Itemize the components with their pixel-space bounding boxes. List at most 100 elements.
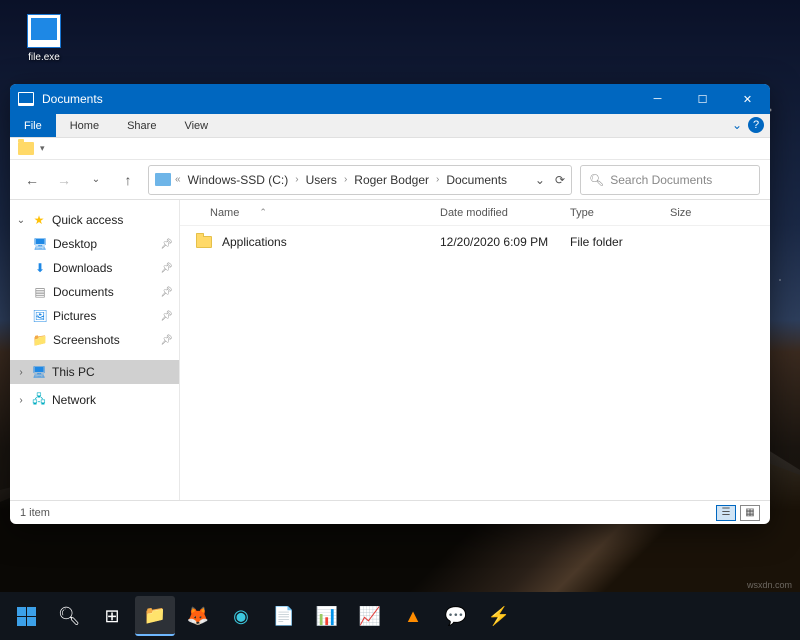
windows-logo-icon: [17, 607, 36, 626]
col-name[interactable]: Name⌃: [210, 207, 440, 219]
sidebar-item-screenshots[interactable]: 📁 Screenshots 📌︎: [10, 328, 179, 352]
pc-icon: 🖥: [31, 365, 47, 379]
view-icons-button[interactable]: ▦: [740, 505, 760, 521]
start-button[interactable]: [6, 596, 46, 636]
folder-icon: [196, 236, 212, 248]
taskbar-edge[interactable]: ◉: [221, 596, 261, 636]
taskbar-vlc[interactable]: ▲: [393, 596, 433, 636]
explorer-window: Documents ─ ☐ ✕ File Home Share View ⌄ ?…: [10, 84, 770, 524]
sidebar-item-documents[interactable]: ▤ Documents 📌︎: [10, 280, 179, 304]
tab-share[interactable]: Share: [113, 114, 170, 137]
col-type[interactable]: Type: [570, 207, 670, 219]
taskbar-writer[interactable]: 📄: [264, 596, 304, 636]
network-icon: 🖧: [31, 393, 47, 407]
back-button[interactable]: ←: [20, 168, 44, 192]
watermark: wsxdn.com: [747, 580, 792, 590]
search-button[interactable]: 🔍︎: [49, 596, 89, 636]
taskbar-calc[interactable]: 📈: [350, 596, 390, 636]
task-view-button[interactable]: ⊞: [92, 596, 132, 636]
refresh-button[interactable]: ⟳: [555, 173, 565, 187]
ribbon-expand-icon[interactable]: ⌄: [732, 118, 742, 132]
taskbar-file-explorer[interactable]: 📁: [135, 596, 175, 636]
chevron-right-icon: ›: [295, 174, 298, 185]
breadcrumb-seg-0[interactable]: Windows-SSD (C:): [185, 171, 292, 189]
pin-icon: 📌︎: [160, 287, 173, 298]
sort-up-icon: ⌃: [259, 207, 267, 218]
sidebar-item-downloads[interactable]: ⬇ Downloads 📌︎: [10, 256, 179, 280]
tab-file[interactable]: File: [10, 114, 56, 137]
address-bar-actions: ⌄ ⟳: [535, 173, 565, 187]
desktop-icon-file-exe[interactable]: file.exe: [20, 14, 68, 63]
downloads-icon: ⬇: [32, 261, 48, 275]
chevron-down-icon[interactable]: ⌄: [16, 215, 26, 226]
tab-view[interactable]: View: [170, 114, 222, 137]
titlebar-app-icon: [18, 92, 34, 106]
pin-icon: 📌︎: [160, 335, 173, 346]
search-icon: 🔍︎: [589, 173, 604, 187]
navigation-pane: ⌄ ★ Quick access 🖥 Desktop 📌︎ ⬇ Download…: [10, 200, 180, 500]
sidebar-quick-access[interactable]: ⌄ ★ Quick access: [10, 208, 179, 232]
breadcrumb-seg-1[interactable]: Users: [303, 171, 340, 189]
documents-icon: ▤: [32, 285, 48, 299]
chevron-right-icon: ›: [436, 174, 439, 185]
minimize-button[interactable]: ─: [635, 84, 680, 114]
item-name: Applications: [222, 235, 440, 249]
pictures-icon: 🖼: [32, 309, 48, 323]
content-area: ⌄ ★ Quick access 🖥 Desktop 📌︎ ⬇ Download…: [10, 200, 770, 500]
ribbon-tabs: File Home Share View ⌄ ?: [10, 114, 770, 138]
pin-icon: 📌︎: [160, 311, 173, 322]
tab-home[interactable]: Home: [56, 114, 113, 137]
view-details-button[interactable]: ☰: [716, 505, 736, 521]
item-date: 12/20/2020 6:09 PM: [440, 235, 570, 249]
pin-icon: 📌︎: [160, 239, 173, 250]
folder-icon: 📁: [32, 333, 48, 347]
desktop-icon-label: file.exe: [20, 52, 68, 63]
status-text: 1 item: [20, 507, 50, 519]
up-button[interactable]: ↑: [116, 168, 140, 192]
taskbar-app[interactable]: ⚡: [479, 596, 519, 636]
col-size[interactable]: Size: [670, 207, 730, 219]
file-list-pane: Name⌃ Date modified Type Size Applicatio…: [180, 200, 770, 500]
titlebar[interactable]: Documents ─ ☐ ✕: [10, 84, 770, 114]
help-button[interactable]: ?: [748, 117, 764, 133]
item-type: File folder: [570, 235, 670, 249]
file-list: Applications 12/20/2020 6:09 PM File fol…: [180, 226, 770, 500]
taskbar-firefox[interactable]: 🦊: [178, 596, 218, 636]
quick-access-toolbar: ▾: [10, 138, 770, 160]
sidebar-network[interactable]: › 🖧 Network: [10, 388, 179, 412]
breadcrumb-seg-3[interactable]: Documents: [443, 171, 510, 189]
address-bar[interactable]: « Windows-SSD (C:) › Users › Roger Bodge…: [148, 165, 572, 195]
sidebar-this-pc[interactable]: › 🖥 This PC: [10, 360, 179, 384]
titlebar-buttons: ─ ☐ ✕: [635, 84, 770, 114]
exe-icon: [27, 14, 61, 48]
sidebar-item-pictures[interactable]: 🖼 Pictures 📌︎: [10, 304, 179, 328]
search-placeholder: Search Documents: [610, 173, 712, 187]
chevron-right-icon[interactable]: ›: [16, 395, 26, 406]
taskbar-chat[interactable]: 💬: [436, 596, 476, 636]
address-dropdown-icon[interactable]: ⌄: [535, 173, 545, 187]
window-title: Documents: [42, 92, 635, 106]
maximize-button[interactable]: ☐: [680, 84, 725, 114]
navigation-bar: ← → ⌄ ↑ « Windows-SSD (C:) › Users › Rog…: [10, 160, 770, 200]
address-location-icon: [155, 173, 171, 186]
list-item[interactable]: Applications 12/20/2020 6:09 PM File fol…: [180, 230, 770, 254]
qat-dropdown-icon[interactable]: ▾: [40, 143, 45, 154]
chevron-right-icon[interactable]: ›: [16, 367, 26, 378]
search-input[interactable]: 🔍︎ Search Documents: [580, 165, 760, 195]
col-date[interactable]: Date modified: [440, 207, 570, 219]
chevron-right-icon: ›: [344, 174, 347, 185]
breadcrumb-prefix: «: [175, 174, 181, 185]
star-icon: ★: [31, 213, 47, 227]
qat-folder-icon[interactable]: [18, 142, 34, 155]
close-button[interactable]: ✕: [725, 84, 770, 114]
taskbar-impress[interactable]: 📊: [307, 596, 347, 636]
forward-button[interactable]: →: [52, 168, 76, 192]
status-bar: 1 item ☰ ▦: [10, 500, 770, 524]
view-buttons: ☰ ▦: [716, 505, 760, 521]
pin-icon: 📌︎: [160, 263, 173, 274]
desktop-icon: 🖥: [32, 237, 48, 251]
taskbar: 🔍︎ ⊞ 📁 🦊 ◉ 📄 📊 📈 ▲ 💬 ⚡: [0, 592, 800, 640]
recent-dropdown[interactable]: ⌄: [84, 168, 108, 192]
sidebar-item-desktop[interactable]: 🖥 Desktop 📌︎: [10, 232, 179, 256]
breadcrumb-seg-2[interactable]: Roger Bodger: [351, 171, 432, 189]
